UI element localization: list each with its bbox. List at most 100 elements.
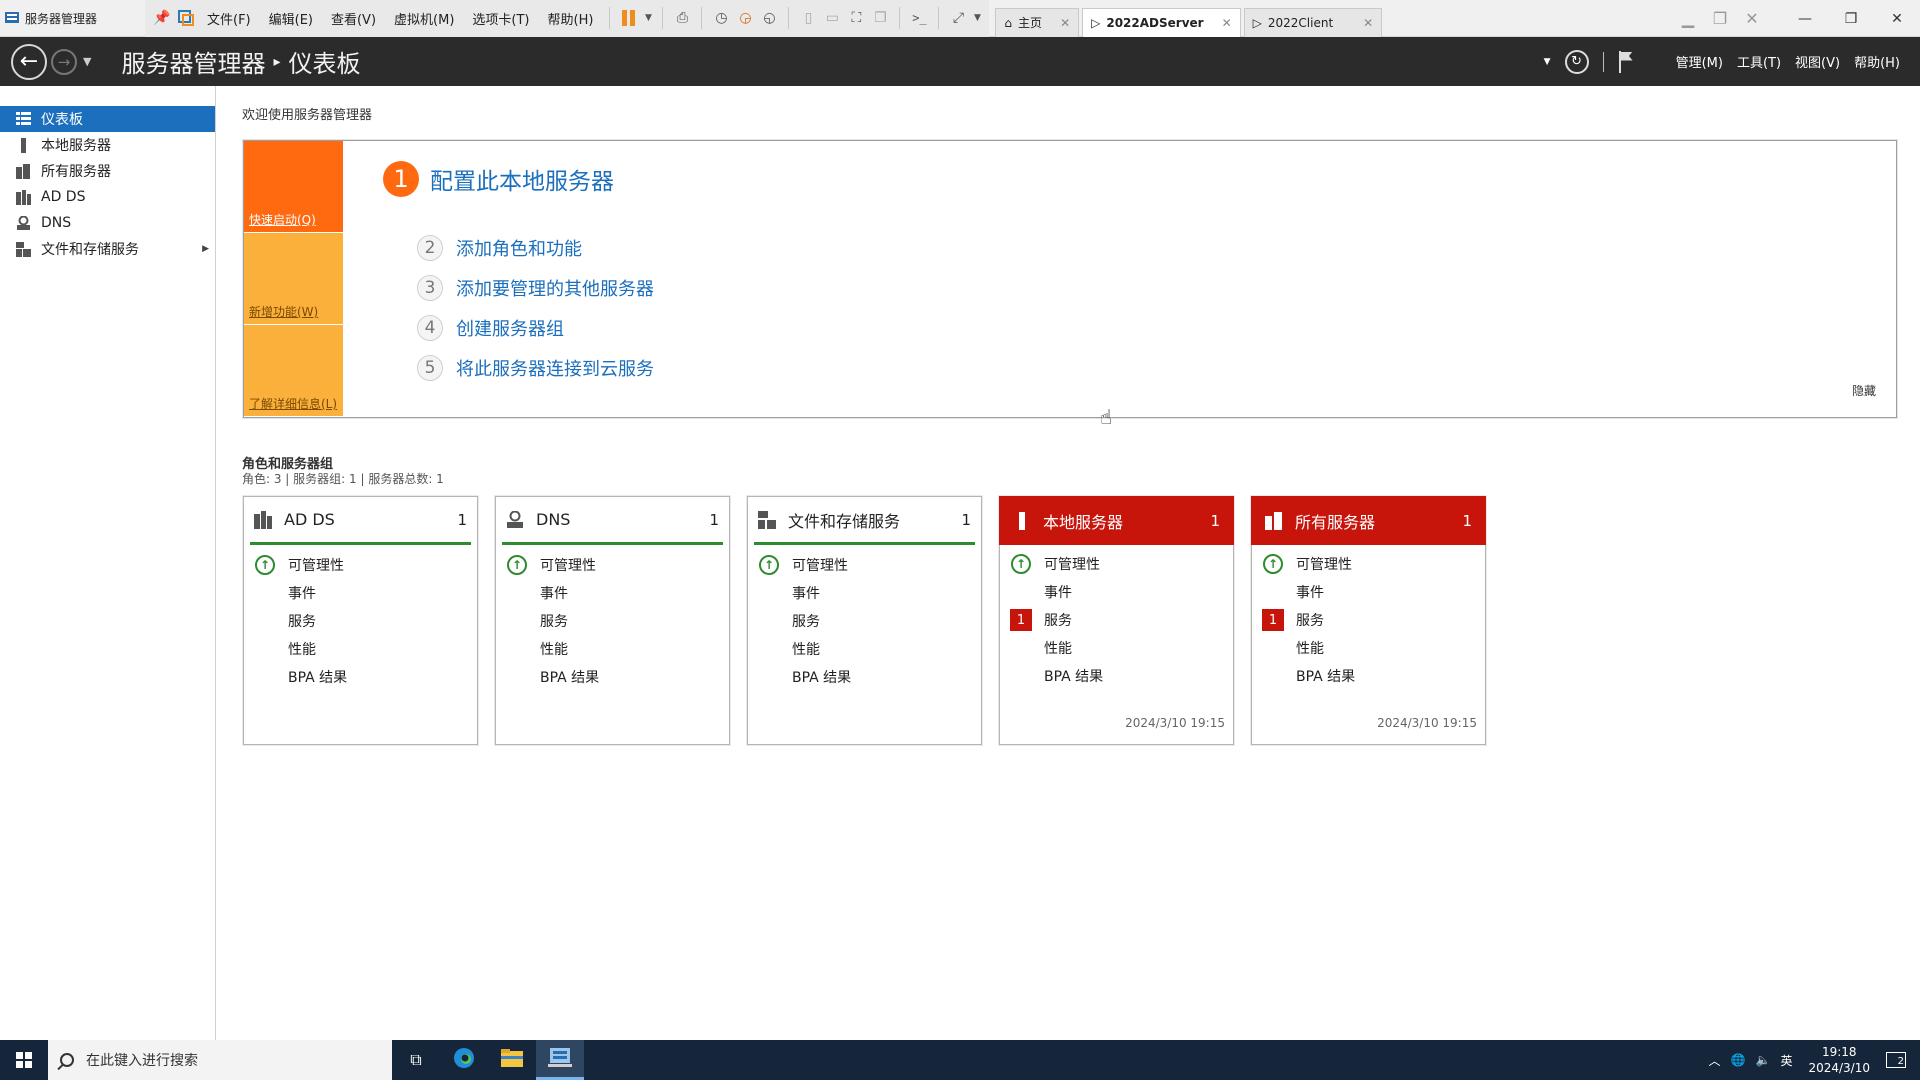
step-connect-cloud[interactable]: 5 将此服务器连接到云服务 bbox=[417, 348, 654, 388]
menu-manage[interactable]: 管理(M) bbox=[1676, 52, 1723, 71]
row-performance[interactable]: 性能 bbox=[496, 635, 729, 663]
minimize-button[interactable]: — bbox=[1782, 11, 1828, 27]
role-tile-file-storage[interactable]: 文件和存储服务 1 ↑ 可管理性 事件 服务 性能 BPA 结果 bbox=[747, 496, 982, 745]
tile-header[interactable]: AD DS 1 bbox=[250, 497, 471, 545]
row-manageability[interactable]: ↑ 可管理性 bbox=[1252, 550, 1485, 578]
vm-menu-view[interactable]: 查看(V) bbox=[323, 9, 384, 28]
start-button[interactable] bbox=[0, 1040, 48, 1080]
volume-muted-icon[interactable]: 🔈 bbox=[1756, 1053, 1771, 1067]
guest-restore-icon[interactable]: ❐ bbox=[1704, 9, 1736, 28]
row-services[interactable]: 服务 bbox=[496, 607, 729, 635]
menu-view[interactable]: 视图(V) bbox=[1795, 52, 1840, 71]
row-manageability[interactable]: ↑ 可管理性 bbox=[1000, 550, 1233, 578]
row-services[interactable]: 1 服务 bbox=[1000, 606, 1233, 634]
row-services[interactable]: 1 服务 bbox=[1252, 606, 1485, 634]
hide-welcome-link[interactable]: 隐藏 bbox=[1852, 382, 1876, 399]
row-bpa[interactable]: BPA 结果 bbox=[748, 663, 981, 691]
sidebar-item-file-storage[interactable]: 文件和存储服务 ▶ bbox=[0, 236, 215, 262]
history-dropdown-icon[interactable]: ▼ bbox=[83, 55, 91, 68]
snapshot-icon[interactable]: ◷ bbox=[710, 7, 732, 29]
revert-snapshot-icon[interactable]: ◶ bbox=[734, 7, 756, 29]
ime-indicator[interactable]: 英 bbox=[1780, 1052, 1792, 1069]
step-configure-local-server[interactable]: 1 配置此本地服务器 bbox=[383, 161, 614, 197]
sidebar-toggle-icon[interactable]: ▯ bbox=[797, 7, 819, 29]
menu-help[interactable]: 帮助(H) bbox=[1854, 52, 1900, 71]
row-bpa[interactable]: BPA 结果 bbox=[496, 663, 729, 691]
guest-minimize-icon[interactable]: ▁ bbox=[1672, 9, 1704, 28]
clock[interactable]: 19:18 2024/3/10 bbox=[1808, 1044, 1870, 1076]
unity-icon[interactable]: ❐ bbox=[869, 7, 891, 29]
row-manageability[interactable]: ↑ 可管理性 bbox=[496, 551, 729, 579]
close-button[interactable]: ✕ bbox=[1874, 11, 1920, 27]
stretch-icon[interactable]: ⤢ bbox=[947, 7, 969, 29]
row-performance[interactable]: 性能 bbox=[748, 635, 981, 663]
edge-button[interactable] bbox=[440, 1040, 488, 1080]
close-icon[interactable]: ✕ bbox=[1363, 16, 1373, 30]
row-events[interactable]: 事件 bbox=[244, 579, 477, 607]
pin-icon[interactable]: 📌 bbox=[151, 7, 173, 29]
row-bpa[interactable]: BPA 结果 bbox=[1000, 662, 1233, 690]
sidebar-item-dashboard[interactable]: 仪表板 bbox=[0, 106, 215, 132]
quick-start-tile[interactable]: 快速启动(Q) bbox=[244, 141, 343, 233]
forward-button[interactable]: → bbox=[51, 48, 77, 75]
tile-header[interactable]: DNS 1 bbox=[502, 497, 723, 545]
sidebar-item-all-servers[interactable]: 所有服务器 bbox=[0, 158, 215, 184]
sidebar-item-dns[interactable]: DNS bbox=[0, 210, 215, 236]
close-icon[interactable]: ✕ bbox=[1222, 16, 1232, 30]
guest-close-icon[interactable]: ✕ bbox=[1736, 9, 1768, 28]
row-events[interactable]: 事件 bbox=[1000, 578, 1233, 606]
chevron-down-icon[interactable]: ▼ bbox=[1544, 57, 1551, 67]
menu-tools[interactable]: 工具(T) bbox=[1737, 52, 1781, 71]
step-add-servers[interactable]: 3 添加要管理的其他服务器 bbox=[417, 268, 654, 308]
tab-2022client[interactable]: ▷ 2022Client ✕ bbox=[1243, 7, 1383, 37]
row-manageability[interactable]: ↑ 可管理性 bbox=[748, 551, 981, 579]
row-services[interactable]: 服务 bbox=[748, 607, 981, 635]
role-tile-all-servers[interactable]: 所有服务器 1 ↑ 可管理性 事件 1 服务 性能 BPA 结果 2024/3/10… bbox=[1251, 496, 1486, 745]
tile-header[interactable]: 所有服务器 1 bbox=[1251, 496, 1486, 545]
row-performance[interactable]: 性能 bbox=[1000, 634, 1233, 662]
chevron-up-icon[interactable]: ︿ bbox=[1709, 1052, 1721, 1069]
role-tile-dns[interactable]: DNS 1 ↑ 可管理性 事件 服务 性能 BPA 结果 bbox=[495, 496, 730, 745]
row-events[interactable]: 事件 bbox=[1252, 578, 1485, 606]
refresh-icon[interactable]: ↻ bbox=[1564, 49, 1589, 74]
close-icon[interactable]: ✕ bbox=[1060, 16, 1070, 30]
tab-2022adserver[interactable]: ▷ 2022ADServer ✕ bbox=[1082, 7, 1241, 37]
row-bpa[interactable]: BPA 结果 bbox=[244, 663, 477, 691]
full-screen-icon[interactable]: ⛶ bbox=[845, 7, 867, 29]
sidebar-item-adds[interactable]: AD DS bbox=[0, 184, 215, 210]
learn-more-tile[interactable]: 了解详细信息(L) bbox=[244, 325, 343, 417]
sidebar-item-local-server[interactable]: 本地服务器 bbox=[0, 132, 215, 158]
row-performance[interactable]: 性能 bbox=[244, 635, 477, 663]
taskbar-search[interactable]: 在此键入进行搜索 bbox=[48, 1040, 392, 1080]
tile-header[interactable]: 本地服务器 1 bbox=[999, 496, 1234, 545]
tab-home[interactable]: ⌂ 主页 ✕ bbox=[995, 7, 1080, 37]
role-tile-local-server[interactable]: 本地服务器 1 ↑ 可管理性 事件 1 服务 性能 BPA 结果 2024/3/10… bbox=[999, 496, 1234, 745]
row-services[interactable]: 服务 bbox=[244, 607, 477, 635]
pause-icon[interactable] bbox=[618, 7, 640, 29]
row-events[interactable]: 事件 bbox=[496, 579, 729, 607]
row-bpa[interactable]: BPA 结果 bbox=[1252, 662, 1485, 690]
notifications-flag-icon[interactable] bbox=[1618, 50, 1634, 73]
file-explorer-button[interactable] bbox=[488, 1040, 536, 1080]
snapshot-manager-icon[interactable]: ◵ bbox=[758, 7, 780, 29]
row-manageability[interactable]: ↑ 可管理性 bbox=[244, 551, 477, 579]
send-ctrl-alt-del-icon[interactable]: ⎙ bbox=[671, 7, 693, 29]
expand-arrow-icon[interactable]: ▶ bbox=[202, 244, 209, 254]
vm-menu-tabs[interactable]: 选项卡(T) bbox=[464, 9, 537, 28]
back-button[interactable]: ← bbox=[11, 43, 47, 80]
vm-menu-edit[interactable]: 编辑(E) bbox=[261, 9, 321, 28]
chevron-down-icon[interactable]: ▼ bbox=[642, 7, 654, 29]
step-create-group[interactable]: 4 创建服务器组 bbox=[417, 308, 654, 348]
restore-button[interactable]: ❐ bbox=[1828, 11, 1874, 27]
tile-header[interactable]: 文件和存储服务 1 bbox=[754, 497, 975, 545]
notification-center-icon[interactable]: 2 bbox=[1886, 1052, 1906, 1068]
thumbnail-bar-icon[interactable]: ▭ bbox=[821, 7, 843, 29]
row-events[interactable]: 事件 bbox=[748, 579, 981, 607]
role-tile-adds[interactable]: AD DS 1 ↑ 可管理性 事件 服务 性能 BPA 结果 bbox=[243, 496, 478, 745]
row-performance[interactable]: 性能 bbox=[1252, 634, 1485, 662]
server-manager-taskbar-button[interactable] bbox=[536, 1040, 584, 1080]
console-icon[interactable]: >_ bbox=[908, 7, 930, 29]
chevron-down-icon[interactable]: ▼ bbox=[971, 7, 983, 29]
vm-menu-help[interactable]: 帮助(H) bbox=[540, 9, 602, 28]
task-view-button[interactable]: ⧉ bbox=[392, 1040, 440, 1080]
